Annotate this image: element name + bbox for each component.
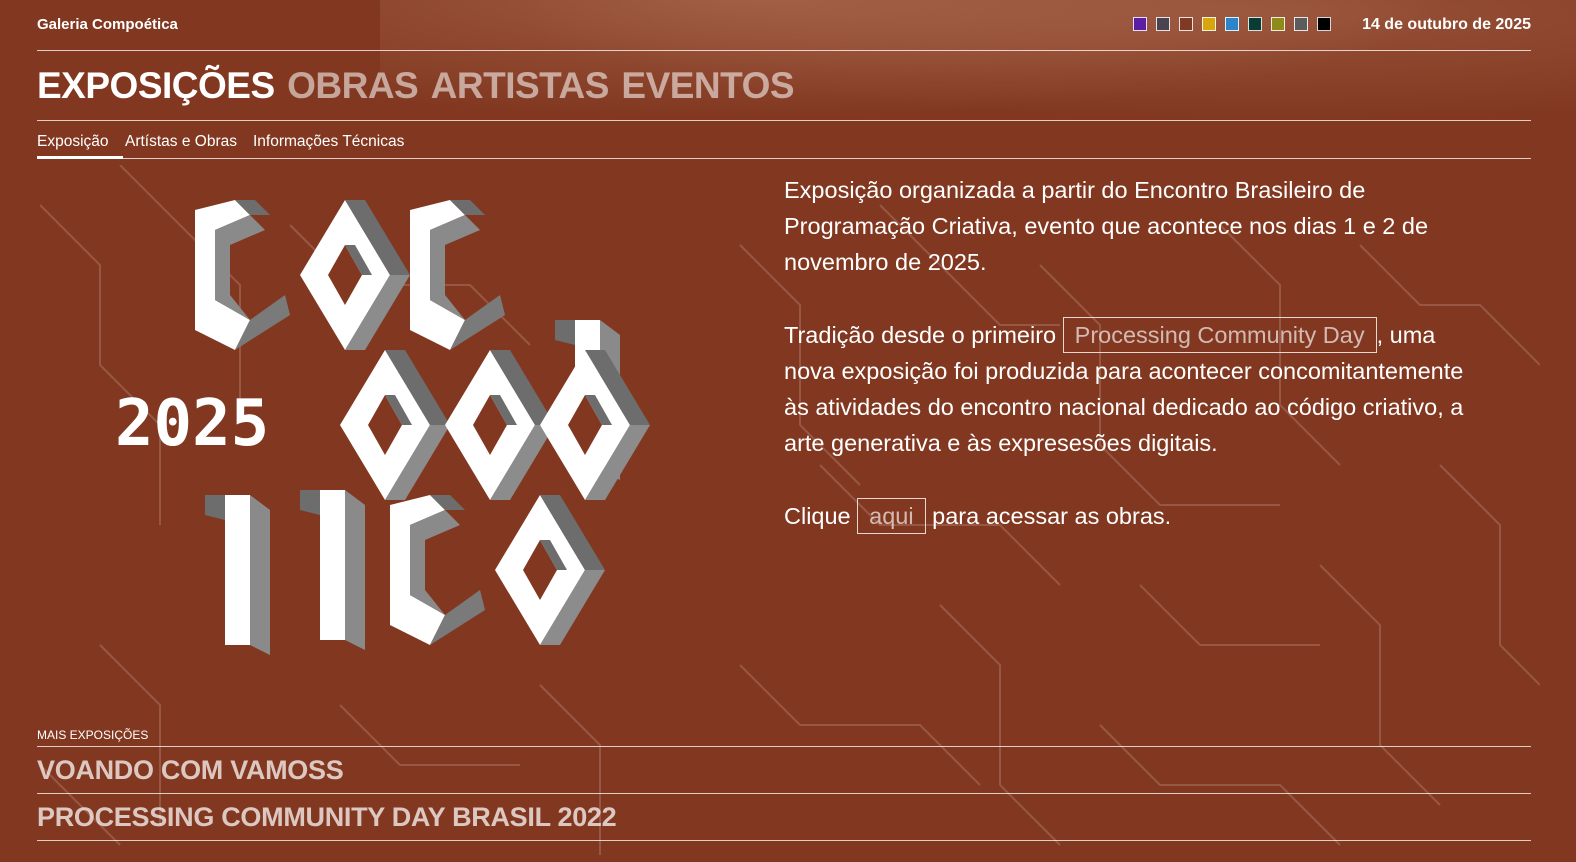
tradition-paragraph: Tradição desde o primeiro Processing Com… [784, 317, 1484, 461]
tab-exposicao[interactable]: Exposição [37, 133, 122, 159]
nav-obras[interactable]: OBRAS [287, 65, 419, 107]
more-exhibitions: MAIS EXPOSIÇÕES VOANDO COM VAMOSS PROCES… [37, 728, 1531, 841]
site-name[interactable]: Galeria Compoética [37, 16, 178, 33]
processing-community-day-link[interactable]: Processing Community Day [1062, 317, 1377, 353]
access-text-before: Clique [784, 503, 851, 529]
exhibition-link-pcd-2022[interactable]: PROCESSING COMMUNITY DAY BRASIL 2022 [37, 794, 1531, 841]
compoetica-logo: 2025 [115, 200, 650, 655]
color-swatch-2[interactable] [1156, 17, 1170, 31]
top-bar: Galeria Compoética 14 de outubro de 2025 [37, 0, 1531, 51]
tradition-text-before: Tradição desde o primeiro [784, 322, 1057, 348]
access-paragraph: Clique aqui para acessar as obras. [784, 498, 1484, 534]
sub-nav: Exposição Artístas e Obras Informações T… [37, 121, 1531, 159]
current-date: 14 de outubro de 2025 [1362, 16, 1531, 33]
main-nav: EXPOSIÇÕES OBRAS ARTISTAS EVENTOS [37, 50, 1531, 121]
color-theme-swatches [1133, 17, 1331, 31]
color-swatch-1[interactable] [1133, 17, 1147, 31]
color-swatch-4[interactable] [1202, 17, 1216, 31]
color-swatch-8[interactable] [1294, 17, 1308, 31]
nav-exposicoes[interactable]: EXPOSIÇÕES [37, 65, 275, 107]
aqui-link[interactable]: aqui [857, 498, 926, 534]
intro-paragraph: Exposição organizada a partir do Encontr… [784, 177, 1429, 275]
nav-eventos[interactable]: EVENTOS [621, 65, 794, 107]
exhibition-link-voando[interactable]: VOANDO COM VAMOSS [37, 747, 1531, 794]
nav-artistas[interactable]: ARTISTAS [431, 65, 610, 107]
color-swatch-6[interactable] [1248, 17, 1262, 31]
more-exhibitions-title: MAIS EXPOSIÇÕES [37, 728, 1531, 747]
exhibition-description: Exposição organizada a partir do Encontr… [784, 172, 1484, 571]
color-swatch-3[interactable] [1179, 17, 1193, 31]
color-swatch-5[interactable] [1225, 17, 1239, 31]
color-swatch-9[interactable] [1317, 17, 1331, 31]
color-swatch-7[interactable] [1271, 17, 1285, 31]
access-text-after: para acessar as obras. [932, 503, 1172, 529]
logo-year: 2025 [115, 387, 269, 461]
tab-artistas-e-obras[interactable]: Artístas e Obras [125, 133, 237, 151]
tab-informacoes-tecnicas[interactable]: Informações Técnicas [253, 133, 404, 151]
